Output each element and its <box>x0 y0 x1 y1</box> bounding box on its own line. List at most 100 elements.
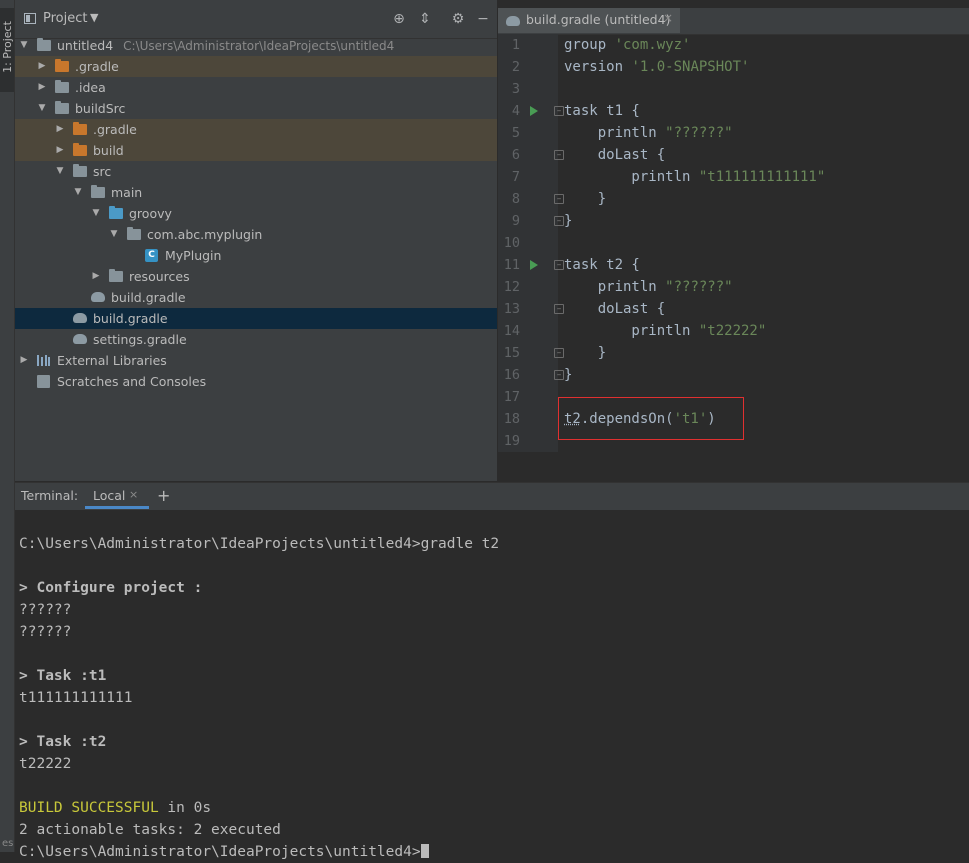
tree-item[interactable]: ▶ .gradle <box>15 119 497 140</box>
code-line[interactable]: 12 println "??????" <box>498 276 969 298</box>
tree-item-label: untitled4 C:\Users\Administrator\IdeaProj… <box>57 38 395 53</box>
gradle-icon <box>91 292 105 302</box>
fold-icon[interactable]: − <box>554 106 564 116</box>
fold-icon[interactable]: − <box>554 150 564 160</box>
chevron-right-icon[interactable]: ▶ <box>55 140 65 161</box>
tree-item[interactable]: build.gradle <box>15 287 497 308</box>
terminal-line: > Configure project : <box>19 577 202 599</box>
tree-item[interactable]: ▼ main <box>15 182 497 203</box>
line-number: 16 <box>503 367 520 383</box>
fold-icon[interactable]: − <box>554 260 564 270</box>
tree-item[interactable]: ▼ groovy <box>15 203 497 224</box>
tree-item[interactable]: ▶ .idea <box>15 77 497 98</box>
code-line[interactable]: 2 version '1.0-SNAPSHOT' <box>498 56 969 78</box>
code-line[interactable]: 5 println "??????" <box>498 122 969 144</box>
chevron-down-icon[interactable]: ▼ <box>109 224 119 245</box>
chevron-right-icon[interactable]: ▶ <box>37 56 47 77</box>
code-line[interactable]: 16 −} <box>498 364 969 386</box>
tree-item[interactable]: ▼ com.abc.myplugin <box>15 224 497 245</box>
fold-icon[interactable]: − <box>554 304 564 314</box>
tree-item[interactable]: build.gradle <box>15 308 497 329</box>
tree-item[interactable]: settings.gradle <box>15 329 497 350</box>
active-tab-indicator <box>85 506 149 509</box>
chevron-down-icon[interactable]: ▼ <box>91 203 101 224</box>
tree-item[interactable]: Scratches and Consoles <box>15 371 497 392</box>
line-number: 7 <box>511 169 520 185</box>
fold-icon[interactable]: − <box>554 216 564 226</box>
terminal-line: t111111111111 <box>19 687 133 709</box>
close-icon[interactable]: × <box>129 488 138 501</box>
tree-item[interactable]: ▶ resources <box>15 266 497 287</box>
code-line[interactable]: 15 − } <box>498 342 969 364</box>
code-line[interactable]: 3 <box>498 78 969 100</box>
hide-icon[interactable]: − <box>475 10 491 28</box>
tree-item[interactable]: ▶ build <box>15 140 497 161</box>
code-token: "t111111111111" <box>698 169 826 185</box>
project-view-selector[interactable]: Project <box>43 11 87 26</box>
code-line[interactable]: 13 − doLast { <box>498 298 969 320</box>
gear-icon[interactable]: ⚙ <box>450 10 466 28</box>
terminal-line: C:\Users\Administrator\IdeaProjects\unti… <box>19 841 429 863</box>
code-token: println <box>564 125 666 141</box>
line-number: 5 <box>511 125 520 141</box>
terminal-line: 2 actionable tasks: 2 executed <box>19 819 281 841</box>
code-line[interactable]: 8 − } <box>498 188 969 210</box>
add-icon[interactable]: + <box>157 486 170 505</box>
tree-item[interactable]: ▼ buildSrc <box>15 98 497 119</box>
run-icon[interactable] <box>530 260 538 270</box>
line-number: 2 <box>511 59 520 75</box>
package-icon <box>127 227 141 240</box>
chevron-right-icon[interactable]: ▶ <box>55 119 65 140</box>
line-number: 6 <box>511 147 520 163</box>
project-tool-tab-label[interactable]: 1: Project <box>1 5 15 89</box>
fold-icon[interactable]: − <box>554 370 564 380</box>
terminal-tab-local[interactable]: Local × <box>85 483 149 510</box>
line-number: 4 <box>511 103 520 119</box>
chevron-down-icon[interactable]: ▼ <box>37 98 47 119</box>
collapse-icon[interactable]: ⇕ <box>417 10 433 28</box>
code-line[interactable]: 4 − task t1 { <box>498 100 969 122</box>
code-line[interactable]: 6 − doLast { <box>498 144 969 166</box>
terminal-line: t22222 <box>19 753 71 775</box>
tree-item[interactable]: ▼ untitled4 C:\Users\Administrator\IdeaPro… <box>15 35 497 56</box>
code-token: '1.0-SNAPSHOT' <box>631 59 750 75</box>
terminal-output[interactable]: C:\Users\Administrator\IdeaProjects\unti… <box>15 510 969 860</box>
chevron-down-icon[interactable]: ▼ <box>73 182 83 203</box>
tree-item-label: .gradle <box>75 59 119 74</box>
chevron-down-icon[interactable]: ▼ <box>90 11 98 24</box>
chevron-right-icon[interactable]: ▶ <box>19 350 29 371</box>
tree-item[interactable]: C MyPlugin <box>15 245 497 266</box>
code-text: } <box>564 364 572 386</box>
tree-item-label: Scratches and Consoles <box>57 374 207 389</box>
code-line[interactable]: 7 println "t111111111111" <box>498 166 969 188</box>
editor-tab-build-gradle[interactable]: build.gradle (untitled4) × <box>498 8 680 33</box>
chevron-down-icon[interactable]: ▼ <box>55 161 65 182</box>
code-line[interactable]: 11 − task t2 { <box>498 254 969 276</box>
terminal-text: ?????? <box>19 624 72 640</box>
terminal-title: Terminal: <box>21 488 79 503</box>
locate-icon[interactable]: ⊕ <box>391 10 407 28</box>
run-icon[interactable] <box>530 106 538 116</box>
line-number: 19 <box>503 433 520 449</box>
line-number: 11 <box>503 257 520 273</box>
source-folder-icon <box>109 206 123 219</box>
chevron-right-icon[interactable]: ▶ <box>37 77 47 98</box>
tree-item[interactable]: ▶ External Libraries <box>15 350 497 371</box>
editor-tab-bar: build.gradle (untitled4) × <box>498 8 969 35</box>
tree-item[interactable]: ▼ src <box>15 161 497 182</box>
tree-item[interactable]: ▶ .gradle <box>15 56 497 77</box>
close-icon[interactable]: × <box>663 11 673 25</box>
code-line[interactable]: 10 <box>498 232 969 254</box>
fold-icon[interactable]: − <box>554 348 564 358</box>
code-line[interactable]: 1 group 'com.wyz' <box>498 34 969 56</box>
terminal-line: BUILD SUCCESSFUL in 0s <box>19 797 211 819</box>
strip-bottom-label[interactable]: es <box>2 838 13 849</box>
chevron-down-icon[interactable]: ▼ <box>19 35 29 56</box>
code-line[interactable]: 14 println "t22222" <box>498 320 969 342</box>
chevron-right-icon[interactable]: ▶ <box>91 266 101 287</box>
scratches-icon <box>37 375 50 388</box>
tree-item-label: .gradle <box>93 122 137 137</box>
fold-icon[interactable]: − <box>554 194 564 204</box>
code-line[interactable]: 9 −} <box>498 210 969 232</box>
code-text: group 'com.wyz' <box>564 34 690 56</box>
